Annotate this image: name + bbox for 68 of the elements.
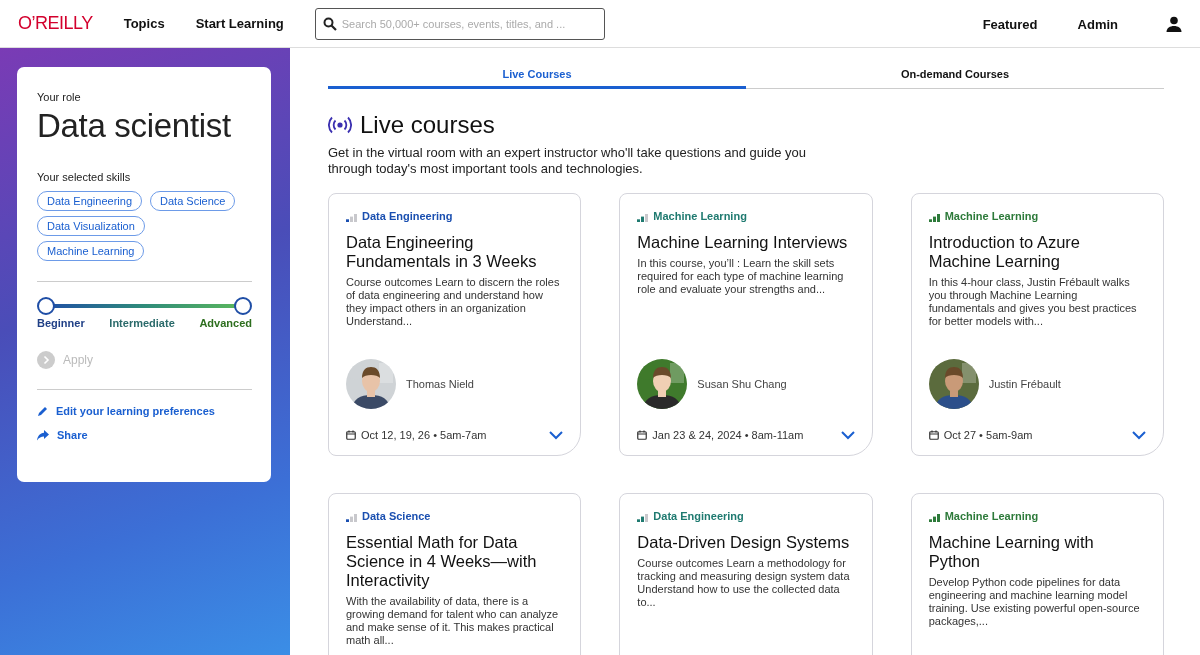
course-description: With the availability of data, there is a growing demand for talent who can analyze and make sense of it. This makes practical math all... xyxy=(346,595,560,647)
course-date: Jan 23 & 24, 2024 • 8am-11am xyxy=(652,429,804,441)
share-arrow-icon xyxy=(37,429,49,441)
course-title[interactable]: Introduction to Azure Machine Learning xyxy=(928,233,1146,271)
course-description: In this course, you’ll : Learn the skill sets required for each type of machine learning role and evaluate your strengths and... xyxy=(637,257,845,296)
tab[interactable]: Live Courses xyxy=(328,64,746,89)
broadcast-icon xyxy=(328,116,352,134)
skill-chip[interactable]: Data Science xyxy=(150,191,236,211)
topic-label: Machine Learning xyxy=(653,210,747,222)
sidebar-link[interactable]: Edit your learning preferences xyxy=(37,405,252,417)
calendar-icon xyxy=(928,430,939,440)
topic-label: Data Engineering xyxy=(653,510,744,522)
nav-link[interactable]: Topics xyxy=(123,16,165,31)
topic-label: Machine Learning xyxy=(944,210,1039,222)
sidebar-link[interactable]: Share xyxy=(37,429,252,441)
course-date: Oct 27 • 5am-9am xyxy=(943,429,1033,441)
slider-thumb[interactable] xyxy=(234,297,252,315)
chevron-down-icon xyxy=(840,430,855,440)
role-title: Data scientist xyxy=(37,107,232,145)
nav-link[interactable]: Featured xyxy=(982,16,1038,32)
course-card[interactable] xyxy=(910,193,1164,456)
course-title[interactable]: Machine Learning with Python xyxy=(928,533,1146,571)
instructor-name: Susan Shu Chang xyxy=(697,378,787,390)
chevron-down-icon xyxy=(1132,430,1146,440)
course-description: Course outcomes Learn a methodology for tracking and measuring design system data Understand how to use the collected data to... xyxy=(637,557,851,609)
chevron-right-icon xyxy=(37,351,55,369)
course-card[interactable]: Data Engineering Data-Driven Design Systems Course outcomes Learn a methodology for tracking and measuring design system data Understand how to use the collected data to... xyxy=(619,493,873,655)
course-card[interactable]: Machine Learning Machine Learning with Python Develop Python code pipelines for data engineering and machine learning model training. Use existing powerful open-source packages,... xyxy=(910,493,1164,655)
course-title[interactable]: Essential Math for Data Science in 4 Weeks—with Interactivity xyxy=(346,533,564,590)
search-icon xyxy=(322,16,337,31)
level-label: Intermediate xyxy=(109,317,175,329)
section-description: Get in the virtual room with an expert instructor who'll take questions and guide you through today's most important tools and technologies. xyxy=(328,145,807,177)
topic-label: Data Science xyxy=(362,510,431,522)
calendar-icon xyxy=(637,430,648,440)
tab[interactable]: On-demand Courses xyxy=(746,64,1164,89)
user-icon[interactable] xyxy=(1166,15,1182,32)
calendar-icon xyxy=(346,430,356,440)
course-title[interactable]: Machine Learning Interviews xyxy=(637,233,855,252)
skill-chip[interactable]: Data Engineering xyxy=(37,191,142,211)
skills-label: Your selected skills xyxy=(37,171,132,183)
nav-link[interactable]: Start Learning xyxy=(195,16,284,31)
logo[interactable]: O’REILLY xyxy=(18,13,93,34)
course-title[interactable]: Data-Driven Design Systems xyxy=(637,533,855,552)
search-field[interactable]: Search 50,000+ courses, events, titles, and ... xyxy=(314,7,605,40)
course-title[interactable]: Data Engineering Fundamentals in 3 Weeks xyxy=(346,233,564,271)
course-date: Oct 12, 19, 26 • 5am-7am xyxy=(361,429,487,441)
topic-label: Data Engineering xyxy=(362,210,453,222)
chevron-down-icon xyxy=(549,430,564,440)
topic-label: Machine Learning xyxy=(944,510,1039,522)
course-card[interactable] xyxy=(328,193,582,456)
section-title: Live courses xyxy=(360,111,495,139)
level-label: Beginner xyxy=(37,317,85,329)
course-description: Course outcomes Learn to discern the roles of data engineering and understand how they impact others in an organization Understand... xyxy=(346,276,561,328)
slider-thumb[interactable] xyxy=(37,297,55,315)
instructor-name: Justin Frébault xyxy=(988,378,1061,390)
course-description: In this 4-hour class, Justin Frébault walks you through Machine Learning fundamentals and gives you best practices for better models with... xyxy=(928,276,1138,328)
course-card[interactable] xyxy=(619,193,873,456)
pencil-icon xyxy=(37,405,48,417)
expand-button[interactable] xyxy=(840,430,855,440)
course-description: Develop Python code pipelines for data engineering and machine learning model training. Use existing powerful open-source packages,... xyxy=(928,576,1141,628)
level-label: Advanced xyxy=(199,317,252,329)
skill-chip[interactable]: Machine Learning xyxy=(37,241,145,261)
instructor-name: Thomas Nield xyxy=(406,378,474,390)
nav-link[interactable]: Admin xyxy=(1077,16,1118,32)
expand-button[interactable] xyxy=(1132,430,1146,440)
role-label: Your role xyxy=(37,91,82,103)
skill-chip[interactable]: Data Visualization xyxy=(37,216,145,236)
expand-button[interactable] xyxy=(549,430,564,440)
